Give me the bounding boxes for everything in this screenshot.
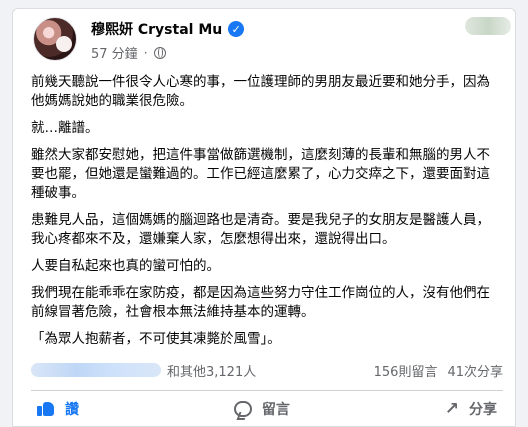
post-paragraph-3: 雖然大家都安慰她，把這件事當做篩選機制，這麼刻薄的長輩和無腦的男人不要也罷，但她… (31, 147, 490, 201)
reactions-count[interactable]: 和其他3,121人 (167, 361, 256, 380)
globe-icon[interactable] (153, 46, 166, 59)
comment-icon (233, 401, 252, 417)
shares-count[interactable]: 41次分享 (447, 361, 503, 380)
post-paragraph-7: 「為眾人抱薪者，不可使其凍斃於風雪」。 (31, 331, 281, 347)
author-row: 穆熙妍 Crystal Mu ✓ (91, 19, 245, 39)
post-paragraph-2: 就…離譜。 (31, 120, 99, 136)
author-name[interactable]: 穆熙妍 Crystal Mu (91, 19, 222, 39)
like-icon (37, 401, 55, 417)
comment-button[interactable]: 留言 (228, 393, 296, 425)
reaction-summary[interactable]: 和其他3,121人 (31, 361, 256, 380)
post-timestamp[interactable]: 57 分鐘 (91, 43, 138, 62)
post-body: 前幾天聽說一件很令人心寒的事，一位護理師的男朋友最近要和她分手，因為他媽媽說她的… (31, 73, 501, 357)
share-button[interactable]: ↗ 分享 (439, 393, 503, 425)
blurred-reactor-names (31, 363, 161, 377)
post-actions: 讚 留言 ↗ 分享 (31, 391, 503, 426)
like-button[interactable]: 讚 (31, 393, 85, 425)
comment-label: 留言 (261, 402, 290, 418)
share-icon: ↗ (444, 398, 459, 419)
avatar-image-detail (56, 36, 72, 52)
post-paragraph-5: 人要自私起來也真的蠻可怕的。 (31, 258, 220, 274)
engagement-summary: 和其他3,121人 156則留言 41次分享 (31, 360, 503, 380)
post-paragraph-1: 前幾天聽說一件很令人心寒的事，一位護理師的男朋友最近要和她分手，因為他媽媽說她的… (31, 74, 490, 109)
like-label: 讚 (65, 402, 79, 418)
blurred-share-avatar (465, 17, 511, 35)
share-label: 分享 (469, 402, 497, 418)
verified-check-icon: ✓ (228, 21, 245, 37)
post-meta: 57 分鐘 · (91, 43, 166, 62)
comments-count[interactable]: 156則留言 (374, 361, 438, 380)
meta-separator: · (143, 45, 148, 60)
post-card: 穆熙妍 Crystal Mu ✓ 57 分鐘 · 前幾天聽說一件很令人心寒的事，… (12, 8, 516, 427)
comment-share-summary: 156則留言 41次分享 (374, 361, 503, 380)
post-paragraph-4: 患難見人品，這個媽媽的腦迴路也是清奇。要是我兒子的女朋友是醫護人員，我心疼都來不… (31, 212, 490, 247)
post-paragraph-6: 我們現在能乖乖在家防疫，都是因為這些努力守住工作崗位的人，沒有他們在前線冒著危險… (31, 285, 490, 320)
author-avatar[interactable] (33, 17, 77, 61)
